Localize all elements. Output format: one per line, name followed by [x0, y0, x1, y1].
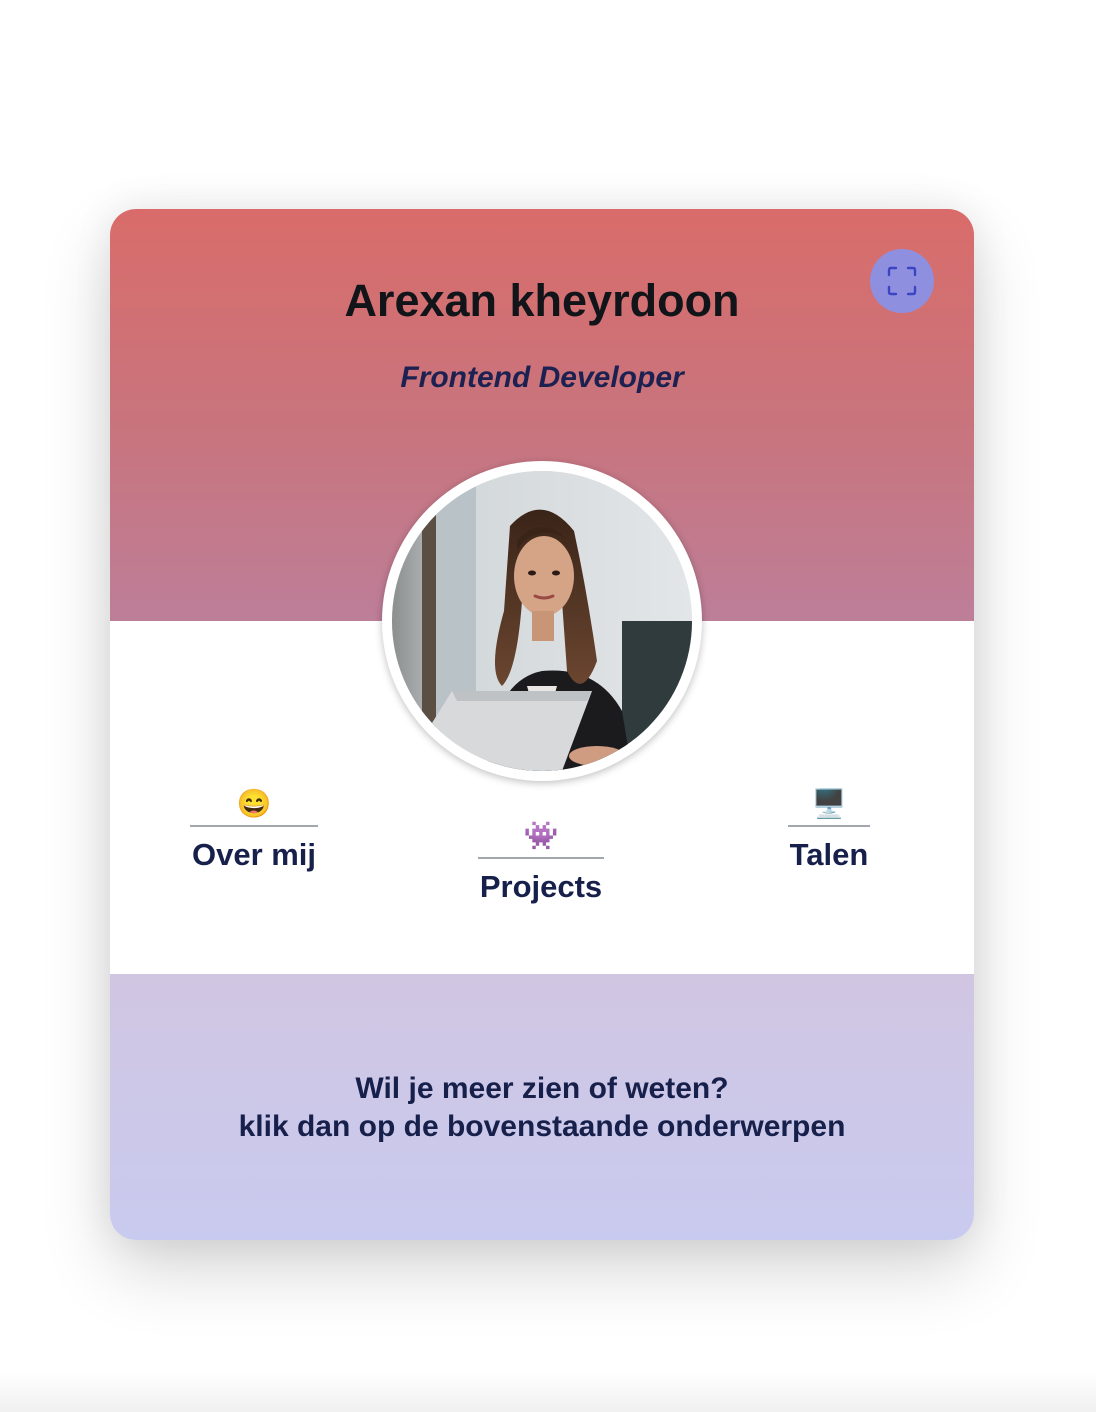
fullscreen-button[interactable] — [870, 249, 934, 313]
nav-talen[interactable]: 🖥️ Talen — [788, 787, 870, 873]
nav-projects[interactable]: 👾 Projects — [478, 819, 604, 905]
footer-message: Wil je meer zien of weten? klik dan op d… — [110, 1070, 974, 1146]
profile-card: Arexan kheyrdoon Frontend Developer 😄 Ov… — [110, 209, 974, 1240]
page-bottom-shadow — [0, 1372, 1096, 1412]
grinning-face-icon: 😄 — [236, 788, 272, 819]
nav-label-over-mij: Over mij — [191, 837, 317, 872]
avatar — [392, 471, 692, 771]
alien-monster-icon: 👾 — [523, 820, 559, 851]
profile-name: Arexan kheyrdoon — [344, 275, 740, 326]
profile-role: Frontend Developer — [400, 361, 684, 394]
profile-photo — [392, 471, 692, 771]
nav-over-mij[interactable]: 😄 Over mij — [190, 787, 318, 873]
avatar-frame — [382, 461, 702, 781]
nav-divider — [190, 825, 318, 827]
footer-line-2: klik dan op de bovenstaande onderwerpen — [238, 1110, 846, 1143]
desktop-computer-icon: 🖥️ — [811, 788, 847, 819]
nav-divider — [478, 857, 604, 859]
nav-label-projects: Projects — [479, 869, 603, 904]
card-footer: Wil je meer zien of weten? klik dan op d… — [110, 974, 974, 1240]
fullscreen-icon — [887, 266, 917, 296]
footer-line-1: Wil je meer zien of weten? — [355, 1072, 729, 1105]
nav-label-talen: Talen — [789, 837, 869, 872]
nav-divider — [788, 825, 870, 827]
